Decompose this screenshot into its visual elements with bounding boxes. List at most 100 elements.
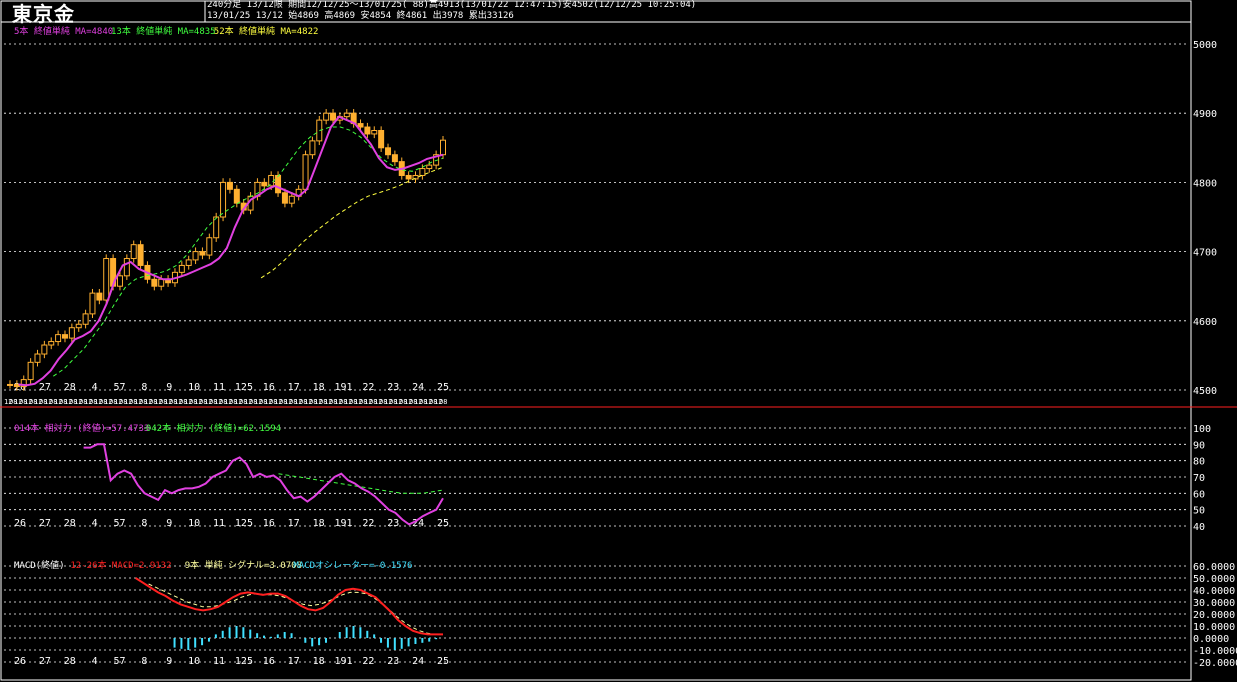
legend-entry: 042本 相対力 (終値)=62.1594 — [146, 422, 281, 434]
x-hour-label: 08 — [439, 398, 447, 406]
candle-body — [371, 130, 378, 135]
x-day-label: 23 — [387, 656, 399, 667]
x-day-label: 191 — [334, 518, 352, 529]
x-day-label: 24 — [412, 382, 424, 393]
x-day-label: 191 — [334, 656, 352, 667]
candle-body — [233, 188, 240, 204]
x-day-label: 9 — [166, 656, 172, 667]
legend-entry: 014本 相対力 (終値)=57.4733 — [14, 422, 149, 434]
legend-entry: 5本 終値単純 MA=4840 — [14, 25, 113, 37]
x-day-label: 28 — [64, 382, 76, 393]
candle-body — [48, 341, 55, 346]
x-day-label: 191 — [334, 382, 352, 393]
x-day-label: 17 — [288, 382, 300, 393]
candle-body — [440, 139, 446, 156]
x-day-label: 4 — [92, 382, 98, 393]
x-day-label: 125 — [235, 382, 253, 393]
axis-tick-label: 30.0000 — [1193, 598, 1235, 609]
candle-body — [405, 174, 412, 180]
candle-body — [137, 244, 144, 266]
candle-body — [302, 154, 309, 190]
candle-body — [288, 195, 295, 204]
x-day-label: 23 — [387, 382, 399, 393]
ma5-line — [18, 115, 444, 387]
legend-entry: 12-26本 MACD=2.9132 — [70, 559, 171, 571]
x-day-label: 18 — [313, 518, 325, 529]
candle-body — [151, 278, 158, 287]
candle-body — [89, 292, 96, 315]
ma52-line — [260, 166, 444, 279]
candle-body — [426, 164, 433, 170]
axis-tick-label: 90 — [1193, 440, 1205, 451]
x-day-label: 18 — [313, 382, 325, 393]
x-day-label: 24 — [412, 656, 424, 667]
x-day-label: 25 — [437, 382, 449, 393]
axis-tick-label: 40.0000 — [1193, 586, 1235, 597]
candle-body — [158, 278, 165, 287]
candle-body — [185, 259, 192, 266]
x-day-label: 25 — [437, 656, 449, 667]
candle-body — [82, 313, 89, 325]
candle-body — [268, 174, 275, 187]
x-day-label: 10 — [188, 382, 200, 393]
x-day-label: 26 — [14, 518, 26, 529]
axis-tick-label: 50.0000 — [1193, 574, 1235, 585]
x-day-label: 8 — [141, 656, 147, 667]
candle-body — [178, 264, 185, 273]
x-day-label: 23 — [387, 518, 399, 529]
candle-body — [385, 147, 392, 156]
x-day-label: 10 — [188, 656, 200, 667]
candle-body — [199, 251, 206, 256]
x-day-label: 27 — [39, 518, 51, 529]
candle-body — [68, 327, 75, 339]
axis-tick-label: 60 — [1193, 489, 1205, 500]
x-day-label: 57 — [114, 518, 126, 529]
x-day-label: 11 — [213, 382, 225, 393]
candle-body — [55, 334, 62, 343]
candle-body — [7, 383, 13, 386]
x-day-label: 27 — [39, 382, 51, 393]
x-day-label: 28 — [64, 656, 76, 667]
x-day-label: 16 — [263, 656, 275, 667]
x-day-label: 17 — [288, 656, 300, 667]
candle-body — [130, 244, 137, 260]
candle-body — [391, 154, 398, 163]
axis-tick-label: 80 — [1193, 457, 1205, 468]
axis-tick-label: 60.0000 — [1193, 562, 1235, 573]
candle-body — [27, 361, 34, 381]
axis-tick-label: 70 — [1193, 473, 1205, 484]
axis-tick-label: 4900 — [1193, 109, 1217, 120]
x-day-label: 25 — [437, 518, 449, 529]
legend-entry: 9本 単純 シグナル=3.0708 — [185, 559, 302, 571]
x-day-label: 57 — [114, 656, 126, 667]
x-day-label: 18 — [313, 656, 325, 667]
axis-tick-label: 40 — [1193, 522, 1205, 533]
axis-tick-label: 5000 — [1193, 40, 1217, 51]
axis-tick-label: 20.0000 — [1193, 610, 1235, 621]
candle-body — [13, 383, 20, 388]
x-day-label: 9 — [166, 518, 172, 529]
x-day-label: 16 — [263, 382, 275, 393]
x-day-label: 8 — [141, 518, 147, 529]
axis-tick-label: 4800 — [1193, 178, 1217, 189]
candle-body — [61, 334, 68, 339]
candle-body — [103, 258, 110, 301]
rsi14-line — [83, 443, 444, 526]
legend-entry: MACD(終値) — [14, 559, 65, 571]
axis-tick-label: 0.0000 — [1193, 634, 1229, 645]
x-day-label: 11 — [213, 656, 225, 667]
candle-body — [123, 258, 130, 277]
chart-canvas: 5000 4900 4800 4700 4600 4500 26 27 28 4 57 8 9 10 11 1… — [0, 0, 1237, 681]
candle-body — [261, 181, 268, 187]
candle-body — [34, 353, 41, 363]
candle-body — [364, 126, 371, 135]
candle-body — [343, 112, 350, 118]
candle-body — [378, 130, 385, 149]
axis-tick-label: 4500 — [1193, 386, 1217, 397]
x-day-label: 22 — [362, 518, 374, 529]
candle-body — [275, 174, 282, 194]
x-day-label: 22 — [362, 656, 374, 667]
legend-entry: 13本 終値単純 MA=4835 — [111, 25, 216, 37]
x-day-label: 16 — [263, 518, 275, 529]
x-day-label: 125 — [235, 518, 253, 529]
